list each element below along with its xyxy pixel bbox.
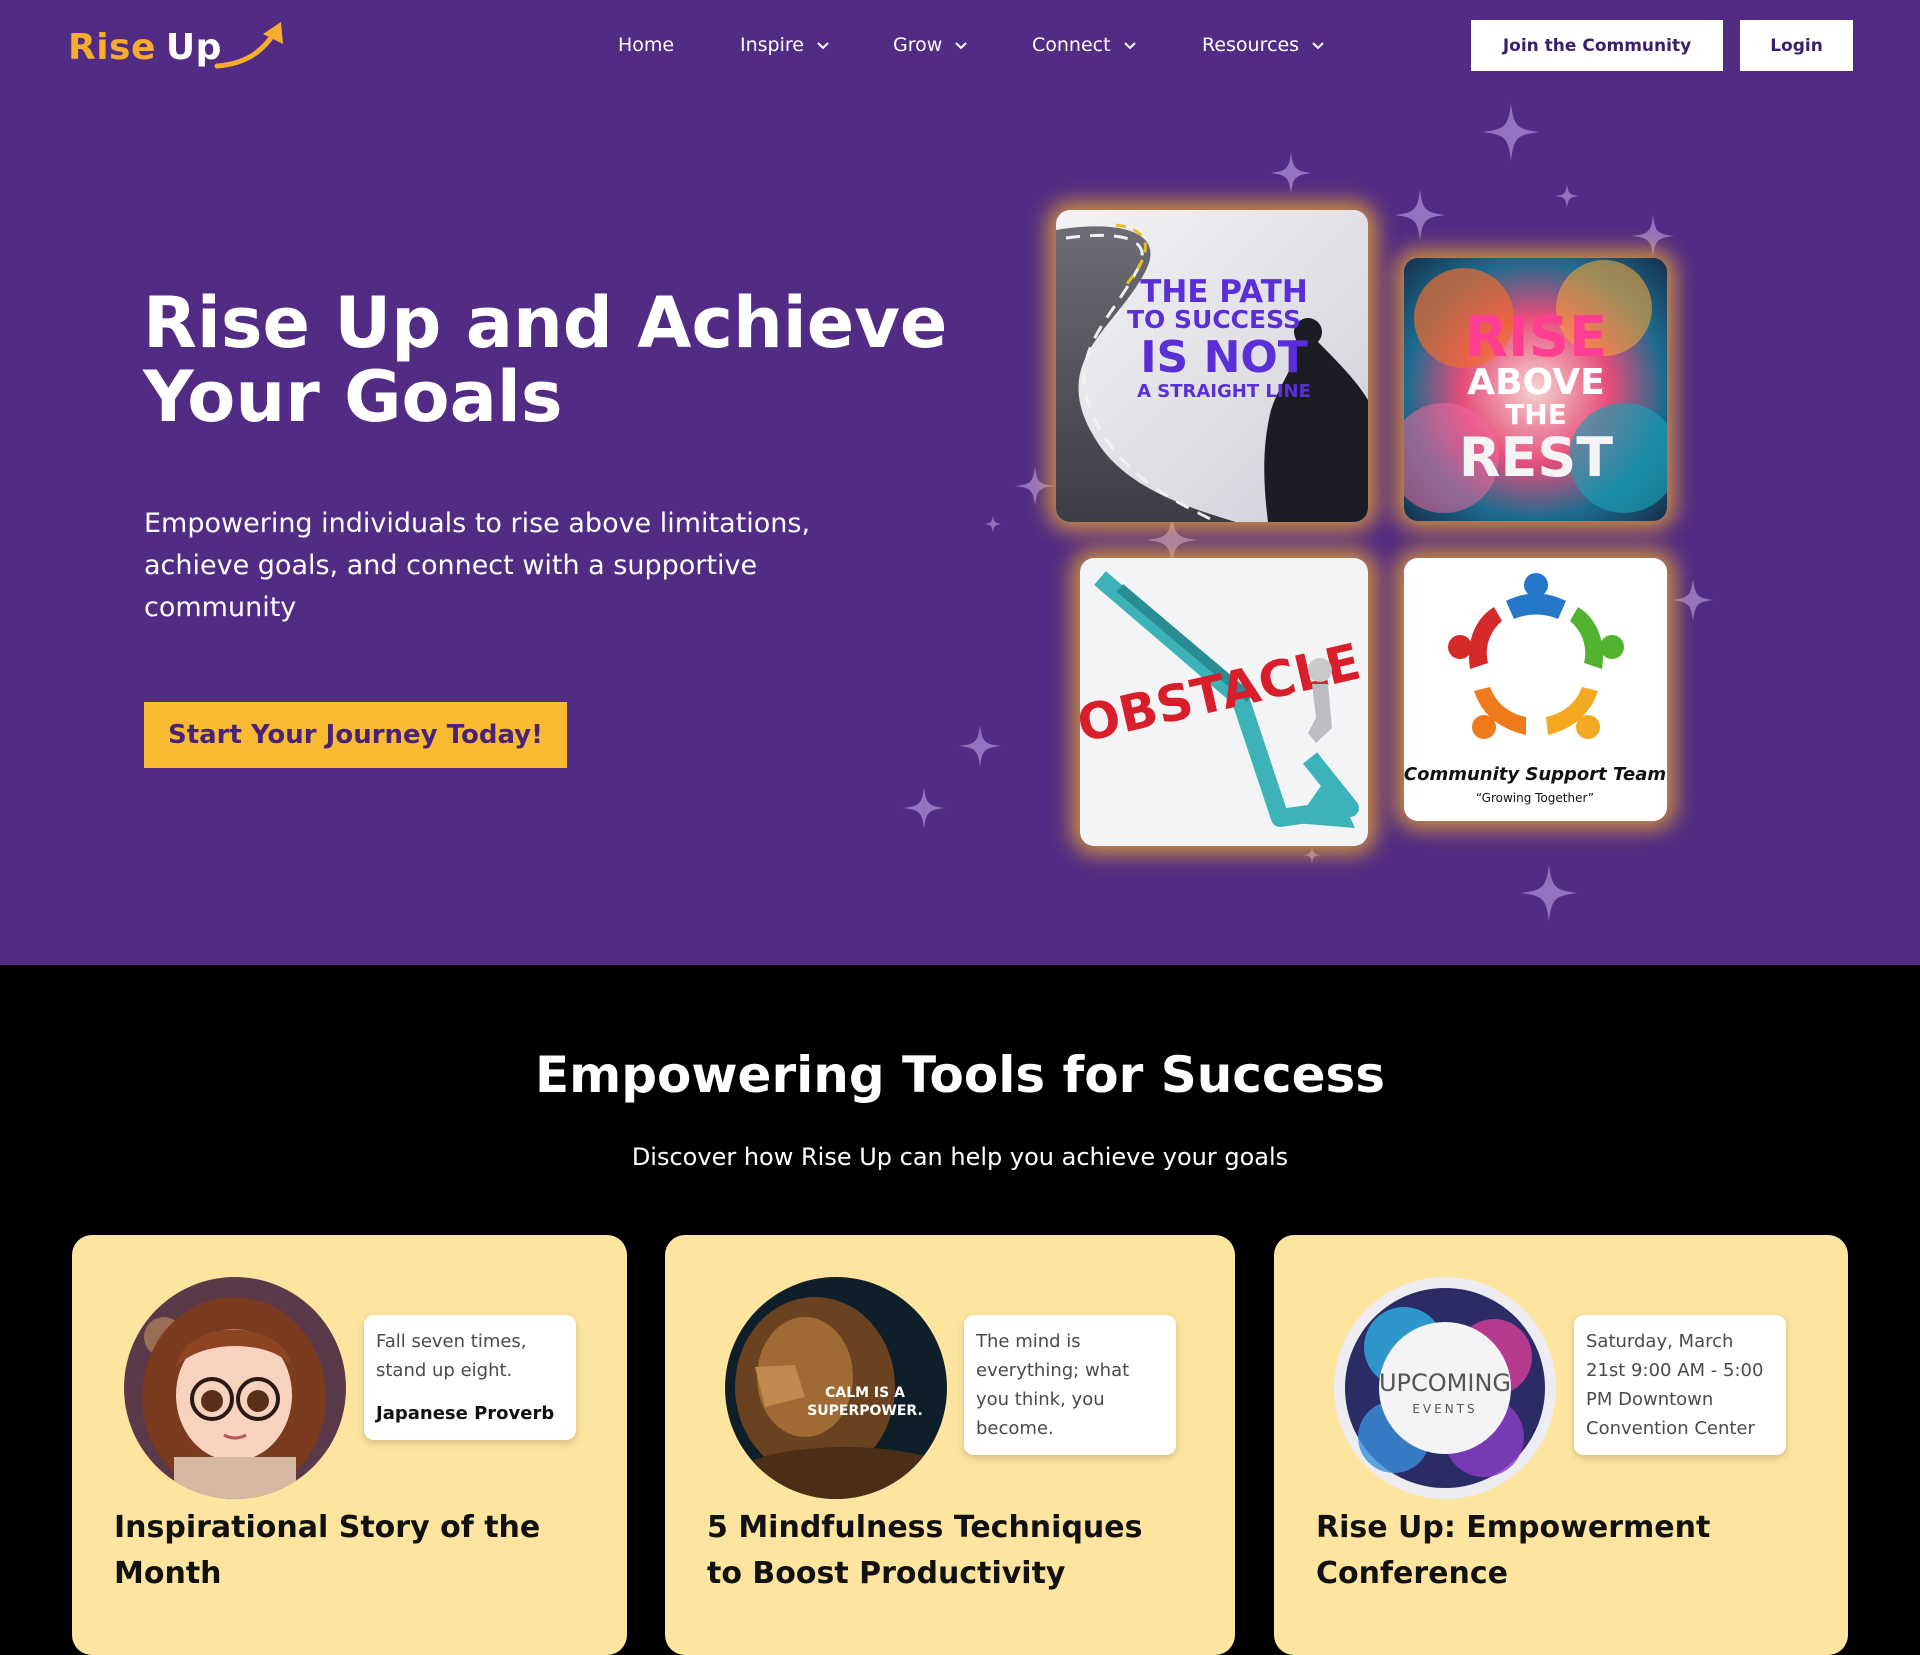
rise-line4: REST xyxy=(1459,426,1613,489)
hero-subtitle: Empowering individuals to rise above lim… xyxy=(144,508,811,623)
nav-grow-label: Grow xyxy=(893,34,943,56)
nav-resources-label: Resources xyxy=(1202,34,1300,56)
login-button[interactable]: Login xyxy=(1740,20,1853,71)
path-line4: A STRAIGHT LINE xyxy=(1137,381,1311,402)
lion-image: CALM IS A SUPERPOWER. xyxy=(725,1277,947,1499)
girl-avatar-image xyxy=(124,1277,346,1499)
card-title[interactable]: Rise Up: Empowerment Conference xyxy=(1316,1505,1776,1597)
events-text-1: UPCOMING xyxy=(1379,1369,1511,1397)
nav-home[interactable]: Home xyxy=(618,28,674,62)
nav-resources[interactable]: Resources xyxy=(1202,28,1325,62)
nav-connect-label: Connect xyxy=(1032,34,1111,56)
rise-line1: RISE xyxy=(1465,305,1608,370)
nav-home-label: Home xyxy=(618,34,675,56)
conference-card[interactable]: UPCOMING EVENTS Saturday, March 21st 9:0… xyxy=(1274,1235,1848,1655)
upcoming-events-image: UPCOMING EVENTS xyxy=(1334,1277,1556,1499)
tools-title: Empowering Tools for Success xyxy=(534,1046,1386,1104)
lion-text-1: CALM IS A xyxy=(825,1385,905,1401)
chevron-down-icon xyxy=(1312,41,1324,49)
chevron-down-icon xyxy=(817,41,829,49)
quote-text: The mind is everything; what you think, … xyxy=(976,1331,1130,1439)
nav-connect[interactable]: Connect xyxy=(1032,28,1137,62)
quote-text: Saturday, March 21st 9:00 AM - 5:00 PM D… xyxy=(1586,1331,1764,1439)
nav-inspire-label: Inspire xyxy=(740,34,804,56)
path-to-success-image: THE PATH TO SUCCESS IS NOT A STRAIGHT LI… xyxy=(1056,210,1368,522)
rise-above-image: RISE ABOVE THE REST xyxy=(1404,258,1667,521)
quote-box: Fall seven times, stand up eight. Japane… xyxy=(364,1315,576,1440)
quote-box: Saturday, March 21st 9:00 AM - 5:00 PM D… xyxy=(1574,1315,1786,1455)
site-header: Rise Up Home Inspire Grow Connect Resour… xyxy=(0,0,1920,90)
community-tagline: “Growing Together” xyxy=(1476,791,1594,805)
nav-grow[interactable]: Grow xyxy=(893,28,968,62)
obstacle-image: OBSTACLE xyxy=(1080,558,1368,846)
nav-inspire[interactable]: Inspire xyxy=(740,28,830,62)
start-journey-button[interactable]: Start Your Journey Today! xyxy=(144,702,567,768)
chevron-down-icon xyxy=(955,41,967,49)
quote-box: The mind is everything; what you think, … xyxy=(964,1315,1176,1455)
rising-arrow-icon xyxy=(214,22,283,69)
card-title[interactable]: 5 Mindfulness Techniques to Boost Produc… xyxy=(707,1505,1167,1597)
card-title[interactable]: Inspirational Story of the Month xyxy=(114,1505,574,1597)
hero-title: Rise Up and Achieve Your Goals xyxy=(143,282,948,438)
mindfulness-card[interactable]: CALM IS A SUPERPOWER. The mind is everyt… xyxy=(665,1235,1235,1655)
logo-rise-text: Rise xyxy=(68,26,156,68)
events-text-2: EVENTS xyxy=(1412,1402,1477,1416)
community-title: Community Support Team xyxy=(1404,764,1666,785)
tools-subtitle: Discover how Rise Up can help you achiev… xyxy=(631,1143,1289,1171)
logo[interactable]: Rise Up xyxy=(68,22,283,72)
community-support-image: Community Support Team “Growing Together… xyxy=(1404,558,1667,821)
hero-section: Rise Up Home Inspire Grow Connect Resour… xyxy=(0,0,1920,965)
rise-line2: ABOVE xyxy=(1467,362,1604,403)
chevron-down-icon xyxy=(1123,41,1136,49)
lion-text-2: SUPERPOWER. xyxy=(807,1403,923,1419)
join-community-button[interactable]: Join the Community xyxy=(1471,20,1723,71)
tools-section: Empowering Tools for Success Discover ho… xyxy=(0,965,1920,1655)
quote-text: Fall seven times, stand up eight. xyxy=(376,1331,527,1381)
quote-author: Japanese Proverb xyxy=(376,1403,555,1424)
path-line3: IS NOT xyxy=(1140,332,1308,383)
inspirational-story-card[interactable]: Fall seven times, stand up eight. Japane… xyxy=(72,1235,627,1655)
path-line2: TO SUCCESS xyxy=(1127,305,1301,334)
